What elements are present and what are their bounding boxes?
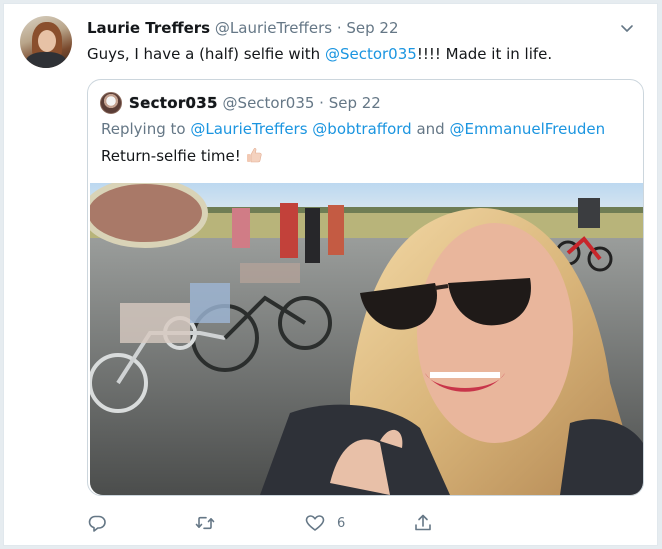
selfie-photo[interactable] xyxy=(90,183,643,495)
avatar-body xyxy=(26,52,66,68)
quoted-author-avatar xyxy=(100,92,122,114)
tweet-text-part: !!!! Made it in life. xyxy=(416,45,553,63)
replying-and: and xyxy=(411,120,450,138)
tweet-text: Guys, I have a (half) selfie with @Secto… xyxy=(87,44,552,64)
quoted-date: Sep 22 xyxy=(328,94,381,112)
reply-button[interactable] xyxy=(87,511,107,535)
author-avatar[interactable] xyxy=(20,16,72,68)
photo-image xyxy=(90,183,643,495)
mention-link[interactable]: @Sector035 xyxy=(325,45,417,63)
share-icon xyxy=(415,514,431,531)
tweet-text-part: Guys, I have a (half) selfie with xyxy=(87,45,325,63)
quoted-text: Return-selfie time! xyxy=(101,146,263,165)
replying-last-mention[interactable]: @EmmanuelFreuden xyxy=(449,120,605,138)
quoted-text-body: Return-selfie time! xyxy=(101,147,241,165)
like-button[interactable]: 6 xyxy=(305,511,345,535)
avatar-face xyxy=(38,30,56,52)
tweet-card[interactable]: Laurie Treffers @LaurieTreffers · Sep 22… xyxy=(3,3,658,546)
quoted-tweet[interactable]: Sector035 @Sector035 · Sep 22 Replying t… xyxy=(87,79,644,496)
chevron-down-icon[interactable] xyxy=(619,20,635,36)
thumbs-up-icon xyxy=(245,146,263,164)
retweet-button[interactable] xyxy=(195,511,215,535)
author-handle[interactable]: @LaurieTreffers xyxy=(215,19,332,37)
header-separator: · xyxy=(332,19,347,37)
retweet-icon xyxy=(195,516,215,530)
replying-mentions[interactable]: @LaurieTreffers @bobtrafford xyxy=(190,120,411,138)
replying-prefix: Replying to xyxy=(101,120,191,138)
like-count: 6 xyxy=(337,515,346,531)
replying-to: Replying to @LaurieTreffers @bobtrafford… xyxy=(101,120,605,138)
author-name[interactable]: Laurie Treffers xyxy=(87,19,210,37)
tweet-actions: 6 xyxy=(87,511,447,535)
quoted-separator: · xyxy=(314,94,329,112)
quoted-author-name: Sector035 xyxy=(129,94,218,112)
tweet-date[interactable]: Sep 22 xyxy=(346,19,398,37)
quoted-author-handle: @Sector035 xyxy=(222,94,315,112)
tweet-header: Laurie Treffers @LaurieTreffers · Sep 22 xyxy=(87,19,399,37)
share-button[interactable] xyxy=(413,511,433,535)
quoted-header: Sector035 @Sector035 · Sep 22 xyxy=(129,94,381,112)
heart-icon xyxy=(305,515,325,531)
reply-icon xyxy=(88,515,106,532)
